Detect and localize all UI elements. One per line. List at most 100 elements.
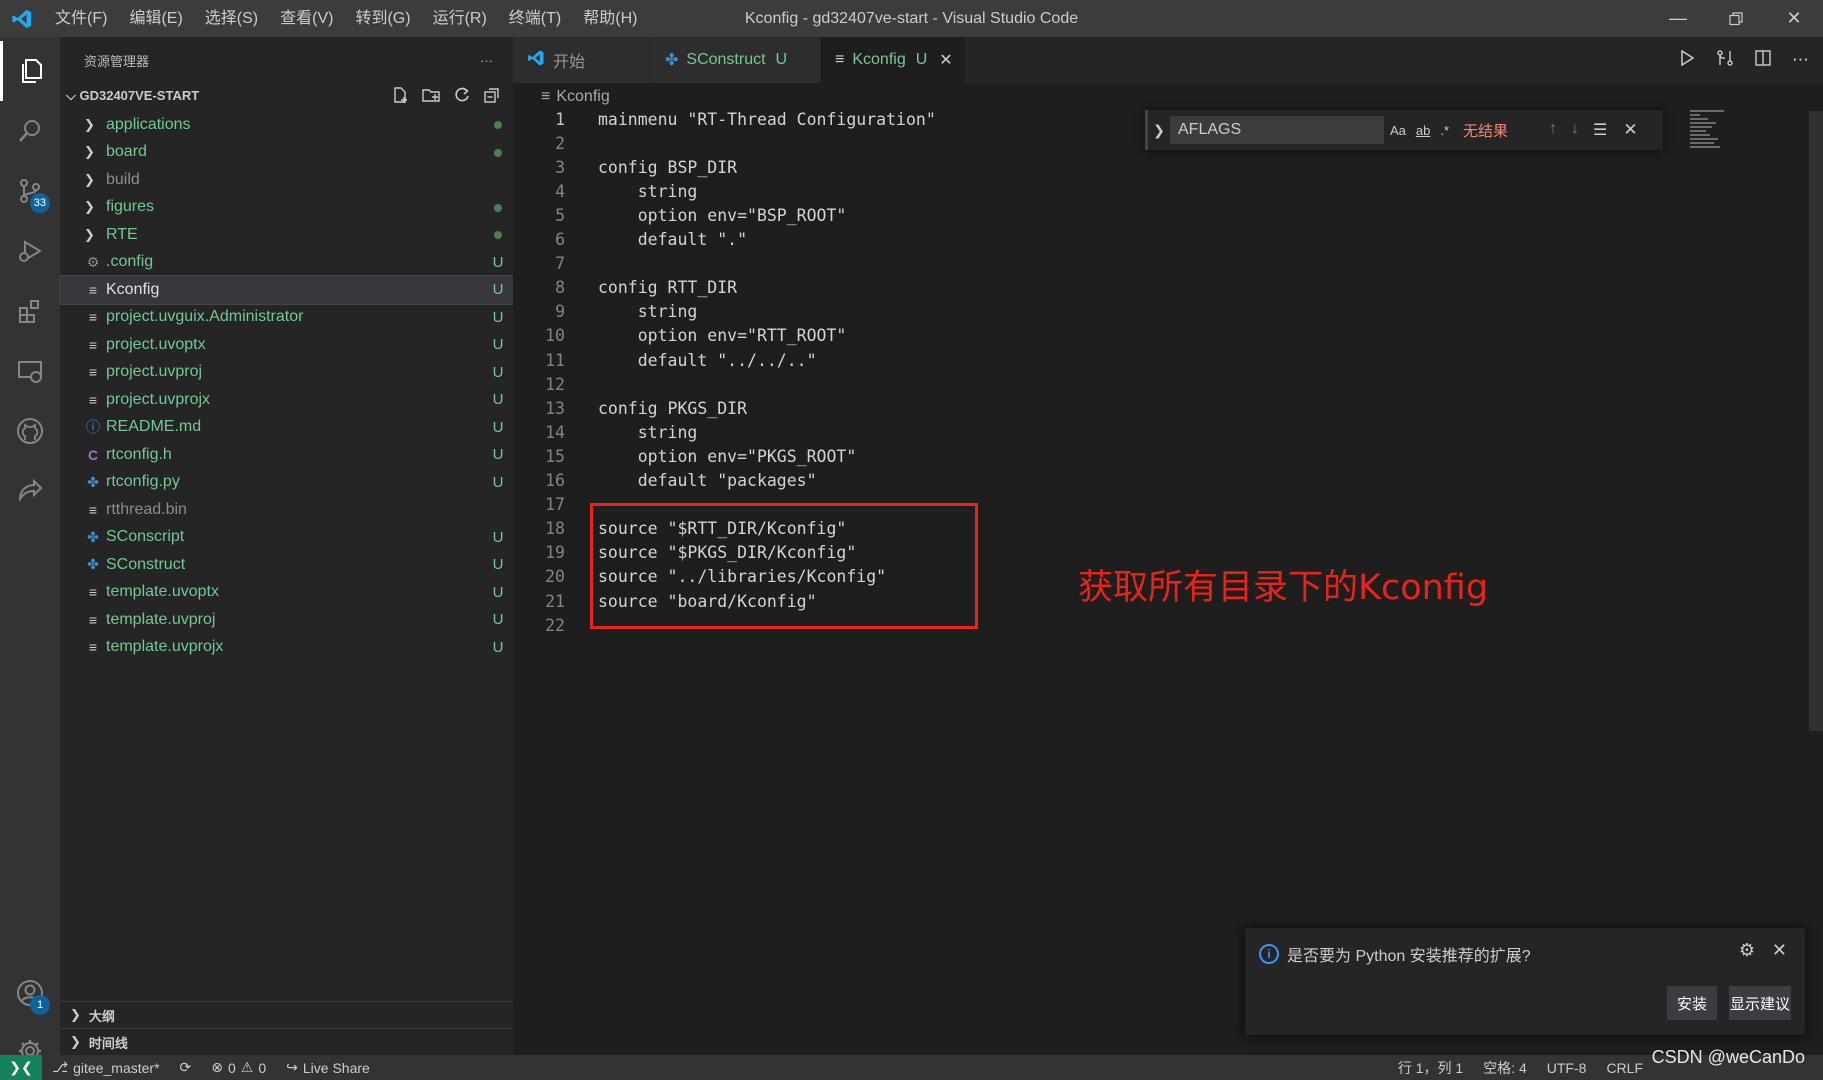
live-share-icon[interactable]	[0, 461, 60, 521]
python-file-icon: ✤	[87, 473, 99, 490]
show-recommendations-button[interactable]: 显示建议	[1729, 986, 1791, 1020]
collapse-all-icon[interactable]	[483, 86, 501, 107]
restore-button[interactable]	[1707, 0, 1765, 37]
chevron-right-icon[interactable]: ❯	[1148, 122, 1170, 139]
code-line: 9 string	[513, 300, 697, 324]
tree-item-figures[interactable]: ❯ figures	[60, 194, 513, 222]
previous-match-icon[interactable]: ↑	[1549, 120, 1557, 140]
end-of-line[interactable]: CRLF	[1596, 1058, 1653, 1078]
menu-edit[interactable]: 编辑(E)	[118, 0, 193, 37]
new-file-icon[interactable]	[391, 86, 409, 107]
text-file-icon: ≡	[88, 639, 98, 656]
extensions-icon[interactable]	[0, 281, 60, 341]
problems-indicator[interactable]: ⊗ 0 ⚠ 0	[201, 1059, 276, 1076]
tree-item-template-uvprojx[interactable]: ≡ template.uvprojx U	[60, 634, 513, 662]
close-icon[interactable]: ✕	[939, 50, 952, 70]
untracked-badge: U	[492, 281, 504, 299]
refresh-icon[interactable]	[453, 86, 471, 107]
menu-view[interactable]: 查看(V)	[269, 0, 344, 37]
tree-item-project-uvguix-administrator[interactable]: ≡ project.uvguix.Administrator U	[60, 304, 513, 332]
vertical-scrollbar[interactable]	[1809, 111, 1823, 731]
tree-item-project-uvoptx[interactable]: ≡ project.uvoptx U	[60, 331, 513, 359]
sync-icon[interactable]: ⟳	[170, 1059, 202, 1076]
tab-kconfig[interactable]: ≡ Kconfig U ✕	[821, 37, 966, 83]
menu-file[interactable]: 文件(F)	[44, 0, 118, 37]
tree-item-sconstruct[interactable]: ✤ SConstruct U	[60, 551, 513, 579]
outline-section[interactable]: ❯ 大纲	[60, 1001, 513, 1028]
tree-item-build[interactable]: ❯ build	[60, 166, 513, 194]
tab-label: 开始	[553, 54, 586, 71]
menu-help[interactable]: 帮助(H)	[572, 0, 648, 37]
code-line: 22	[513, 613, 565, 637]
tree-item-sconscript[interactable]: ✤ SConscript U	[60, 524, 513, 552]
encoding[interactable]: UTF-8	[1537, 1058, 1597, 1078]
code-editor[interactable]: 1 mainmenu "RT-Thread Configuration" 2 3 con…	[513, 110, 1823, 1055]
minimize-button[interactable]: —	[1649, 0, 1707, 37]
menu-terminal[interactable]: 终端(T)	[498, 0, 572, 37]
code-line: 13 config PKGS_DIR	[513, 396, 747, 420]
vscode-logo-icon	[527, 49, 545, 72]
indentation[interactable]: 空格: 4	[1473, 1058, 1537, 1078]
tree-item-kconfig[interactable]: ≡ Kconfig U	[59, 275, 514, 305]
tree-item-rtconfig-h[interactable]: Crtconfig.h U	[60, 441, 513, 469]
tree-item-label: board	[106, 143, 147, 161]
tree-item-readme-md[interactable]: ⓘ README.md U	[60, 414, 513, 442]
tree-item--config[interactable]: ⚙ .config U	[60, 249, 513, 277]
python-file-icon: ✤	[665, 52, 679, 69]
search-icon[interactable]	[0, 101, 60, 161]
accounts-icon[interactable]: 1	[0, 963, 60, 1023]
regex-toggle[interactable]: .*	[1440, 123, 1449, 138]
tree-item-template-uvproj[interactable]: ≡ template.uvproj U	[60, 606, 513, 634]
tree-item-project-uvprojx[interactable]: ≡ project.uvprojx U	[60, 386, 513, 414]
install-button[interactable]: 安装	[1667, 986, 1717, 1020]
c-file-icon: C	[87, 446, 99, 463]
github-icon[interactable]	[0, 401, 60, 461]
close-window-button[interactable]: ✕	[1765, 0, 1823, 37]
tree-item-rte[interactable]: ❯ RTE	[60, 221, 513, 249]
line-number: 14	[545, 422, 565, 442]
code-text: config BSP_DIR	[598, 157, 738, 177]
run-icon[interactable]	[1678, 49, 1696, 72]
match-whole-word-toggle[interactable]: ab	[1416, 123, 1430, 138]
split-editor-icon[interactable]	[1754, 49, 1772, 72]
tab-sconstruct[interactable]: ✤ SConstruct U	[651, 37, 821, 83]
remote-indicator-icon[interactable]: ❯❮	[0, 1055, 42, 1080]
branch-indicator[interactable]: ⎇ gitee_master*	[42, 1059, 170, 1076]
source-control-icon[interactable]: 33	[0, 161, 60, 221]
code-text: config RTT_DIR	[598, 278, 738, 298]
timeline-section[interactable]: ❯ 时间线	[60, 1028, 513, 1055]
find-input[interactable]: AFLAGS	[1170, 116, 1384, 144]
next-match-icon[interactable]: ↓	[1571, 120, 1579, 140]
close-icon[interactable]: ✕	[1623, 120, 1637, 140]
chevron-right-icon: ❯	[84, 199, 95, 215]
remote-explorer-icon[interactable]	[0, 341, 60, 401]
minimap[interactable]	[1690, 110, 1730, 155]
tab-welcome[interactable]: 开始	[513, 37, 651, 83]
tree-item-label: applications	[106, 115, 191, 133]
tree-item-board[interactable]: ❯ board	[60, 139, 513, 167]
gear-icon[interactable]: ⚙	[1739, 940, 1755, 961]
explorer-more-button[interactable]: ···	[480, 53, 493, 68]
tree-item-rtthread-bin[interactable]: ≡ rtthread.bin	[60, 496, 513, 524]
menu-run[interactable]: 运行(R)	[422, 0, 498, 37]
explorer-icon[interactable]	[0, 41, 60, 101]
close-icon[interactable]: ✕	[1772, 940, 1787, 961]
untracked-badge: U	[492, 336, 504, 354]
find-in-selection-icon[interactable]: ☰	[1593, 120, 1607, 140]
tree-item-template-uvoptx[interactable]: ≡ template.uvoptx U	[60, 579, 513, 607]
tree-item-project-uvproj[interactable]: ≡ project.uvproj U	[60, 359, 513, 387]
cursor-position[interactable]: 行 1，列 1	[1388, 1058, 1473, 1078]
run-debug-icon[interactable]	[0, 221, 60, 281]
menu-selection[interactable]: 选择(S)	[194, 0, 269, 37]
new-folder-icon[interactable]	[421, 86, 441, 107]
match-case-toggle[interactable]: Aa	[1390, 123, 1406, 138]
tree-item-applications[interactable]: ❯ applications	[60, 111, 513, 139]
tree-item-label: Kconfig	[106, 280, 160, 298]
menu-go[interactable]: 转到(G)	[344, 0, 421, 37]
more-actions-icon[interactable]: ⋯	[1792, 50, 1809, 70]
tree-item-rtconfig-py[interactable]: ✤ rtconfig.py U	[60, 469, 513, 497]
live-share-status[interactable]: ↪ Live Share	[276, 1059, 380, 1076]
workspace-folder-header[interactable]: ⌵ GD32407VE-START	[60, 83, 513, 109]
compare-changes-icon[interactable]	[1716, 49, 1734, 72]
chevron-right-icon: ❯	[70, 1007, 81, 1022]
